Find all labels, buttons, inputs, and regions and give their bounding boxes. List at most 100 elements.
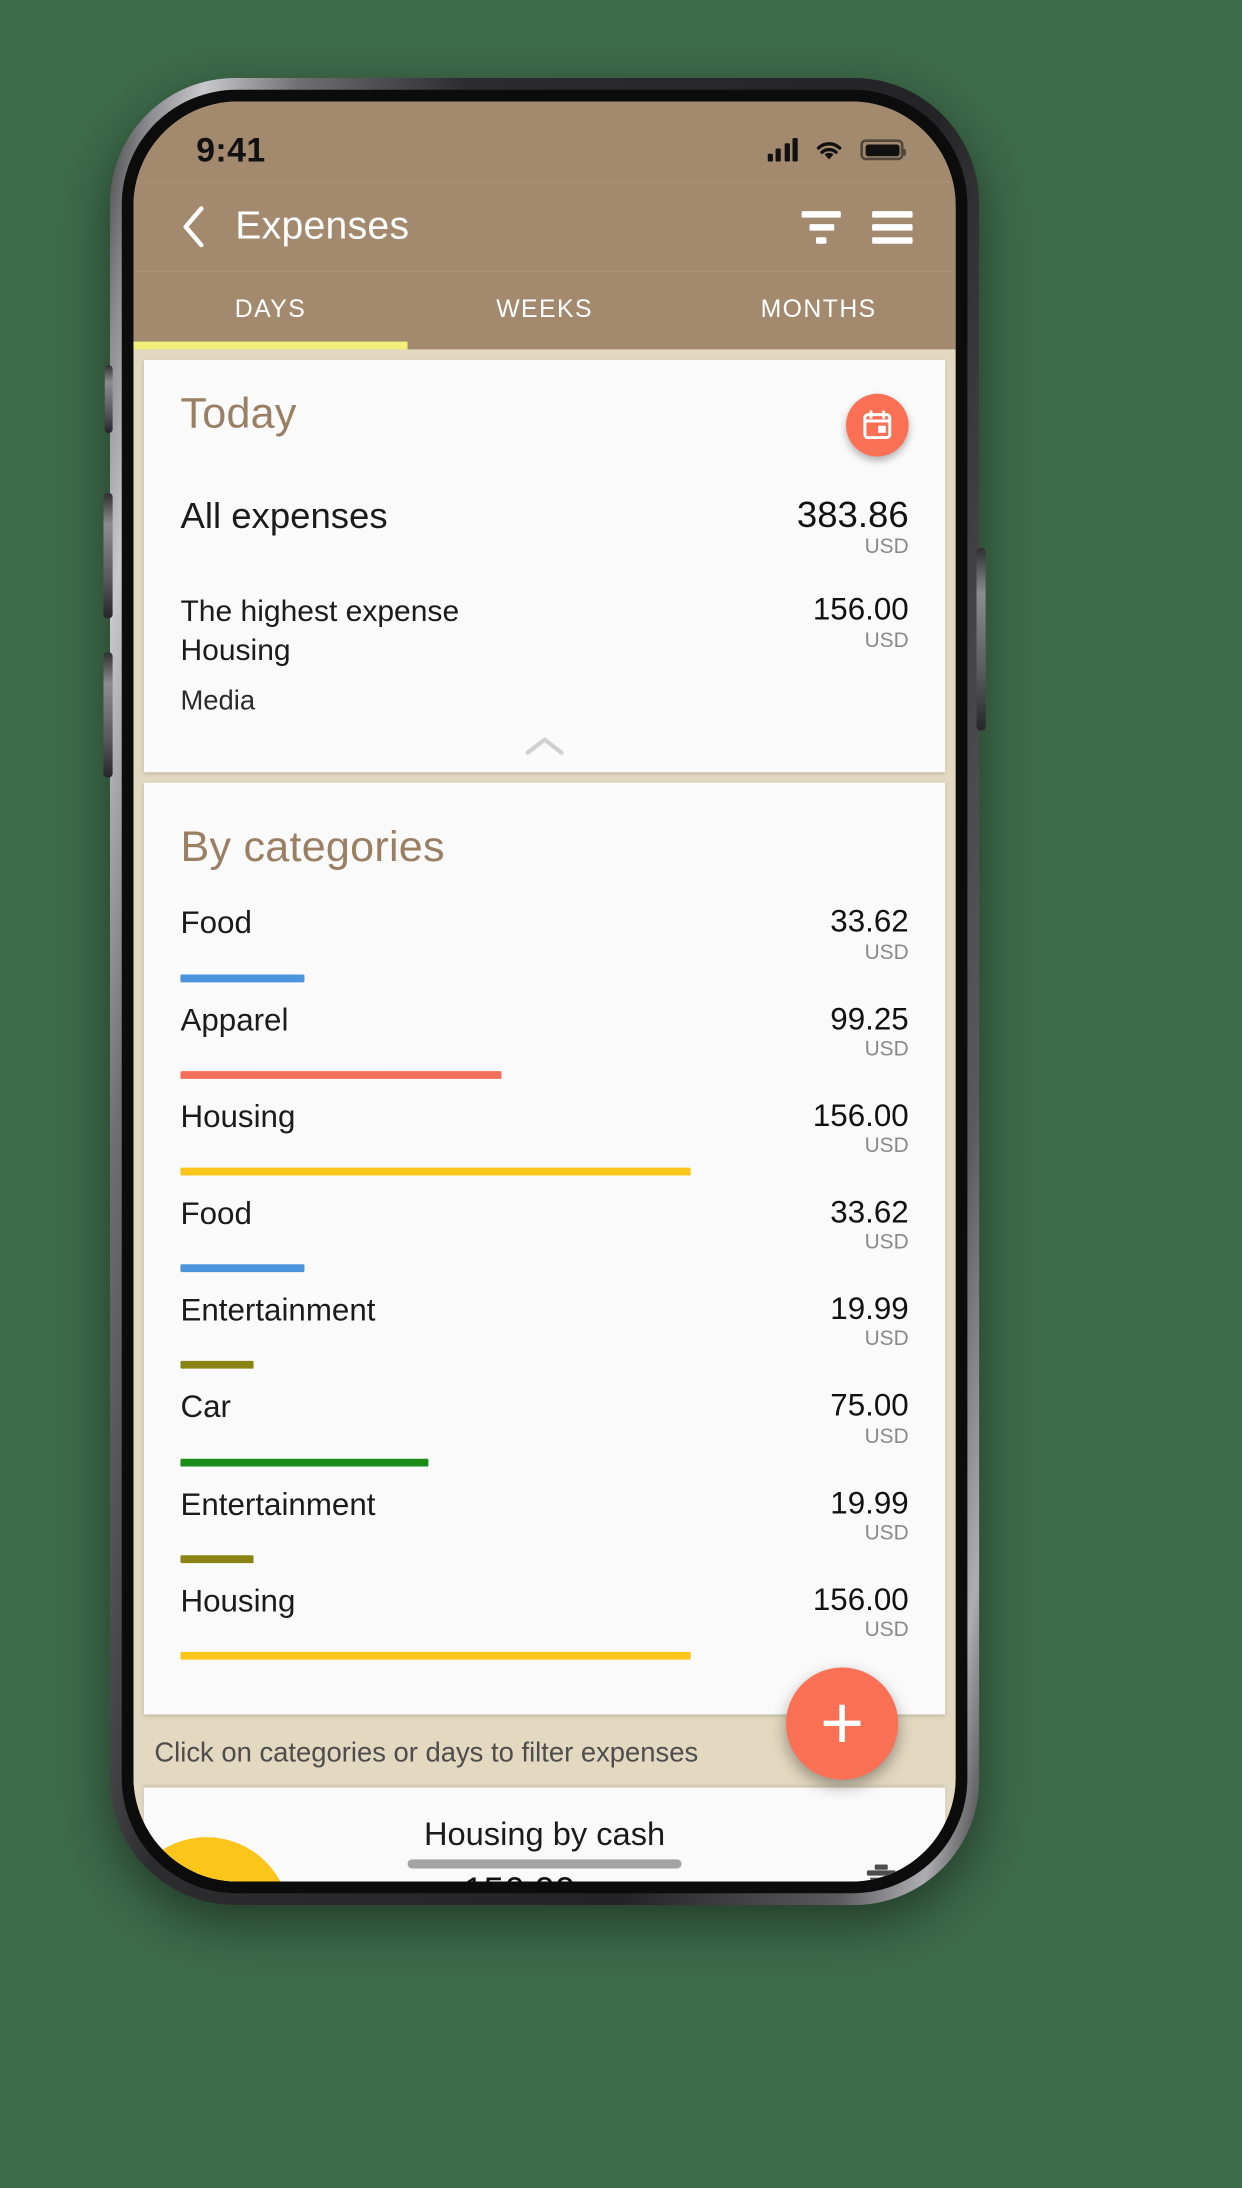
category-amount-group: 33.62 USD xyxy=(830,906,908,965)
category-bar xyxy=(180,1167,691,1176)
category-row-top: Car 75.00 USD xyxy=(180,1390,908,1449)
transaction-details: Housing by cash -156.00 USD xyxy=(144,1816,945,1881)
transaction-amount: -156.00 xyxy=(451,1870,575,1882)
category-name: Apparel xyxy=(180,1002,289,1038)
highest-expense-label: The highest expense xyxy=(180,593,460,628)
category-name: Housing xyxy=(180,1583,296,1619)
category-row[interactable]: Housing 156.00 USD xyxy=(180,1582,909,1660)
category-amount: 19.99 xyxy=(830,1291,909,1328)
device-screen: 9:41 Expenses DAYS WEEKS MONTHS Today Al… xyxy=(133,101,956,1882)
category-amount-group: 19.99 USD xyxy=(830,1293,908,1352)
category-row-top: Food 33.62 USD xyxy=(180,906,908,965)
highest-expense-note: Media xyxy=(180,686,256,717)
home-indicator xyxy=(407,1859,682,1869)
category-bar xyxy=(180,1264,305,1273)
phone-device-frame: 9:41 Expenses DAYS WEEKS MONTHS Today Al… xyxy=(103,78,986,1905)
category-amount: 19.99 xyxy=(830,1485,909,1521)
category-amount: 33.62 xyxy=(830,904,909,940)
signal-bars-icon xyxy=(767,138,798,162)
category-name: Car xyxy=(180,1389,231,1426)
category-row-top: Housing 156.00 USD xyxy=(180,1582,909,1643)
volume-down-button[interactable] xyxy=(103,652,113,778)
highest-expense-labels: The highest expense Housing Media xyxy=(180,594,459,718)
app-bar: Expenses xyxy=(133,182,956,272)
all-expenses-amount-group: 383.86 USD xyxy=(796,494,909,560)
tab-weeks[interactable]: WEEKS xyxy=(408,271,682,349)
wifi-icon xyxy=(816,142,842,160)
category-row-top: Housing 156.00 USD xyxy=(180,1098,909,1159)
page-title: Expenses xyxy=(235,204,410,248)
category-bar xyxy=(180,1070,501,1079)
category-currency: USD xyxy=(864,1231,909,1254)
category-row[interactable]: Housing 156.00 USD xyxy=(180,1098,909,1176)
hamburger-menu-icon[interactable] xyxy=(862,197,922,257)
plus-icon: + xyxy=(820,1680,865,1766)
category-row[interactable]: Entertainment 19.99 USD xyxy=(180,1487,909,1563)
device-bezel: 9:41 Expenses DAYS WEEKS MONTHS Today Al… xyxy=(121,89,968,1894)
highest-expense-row: The highest expense Housing Media 156.00… xyxy=(180,594,908,718)
content-scroll-area[interactable]: Today All expenses 383.86 USD The highes… xyxy=(133,349,956,1882)
category-amount-group: 19.99 USD xyxy=(830,1487,908,1546)
transaction-amount-line: -156.00 USD xyxy=(144,1870,945,1882)
highest-expense-category: Housing xyxy=(180,633,291,668)
volume-up-button[interactable] xyxy=(103,492,113,619)
category-amount: 156.00 xyxy=(812,1582,909,1618)
category-name: Entertainment xyxy=(180,1293,376,1329)
by-categories-title: By categories xyxy=(180,822,445,871)
category-row[interactable]: Food 33.62 USD xyxy=(180,1196,909,1273)
add-expense-button[interactable]: + xyxy=(785,1667,899,1780)
tab-days[interactable]: DAYS xyxy=(133,271,407,349)
category-amount: 99.25 xyxy=(830,1001,909,1037)
all-expenses-row: All expenses 383.86 USD xyxy=(180,494,909,560)
highest-expense-amount: 156.00 xyxy=(812,592,909,628)
power-button[interactable] xyxy=(976,547,986,731)
today-card: Today All expenses 383.86 USD The highes… xyxy=(143,359,946,773)
category-row-top: Apparel 99.25 USD xyxy=(180,1001,909,1062)
trash-icon[interactable] xyxy=(862,1863,901,1882)
transaction-title: Housing by cash xyxy=(423,1816,666,1853)
highest-expense-amount-group: 156.00 USD xyxy=(813,594,909,653)
category-row[interactable]: Food 33.62 USD xyxy=(180,906,909,982)
category-row-top: Entertainment 19.99 USD xyxy=(180,1487,908,1546)
category-currency: USD xyxy=(864,1522,909,1545)
category-name: Food xyxy=(180,905,252,942)
category-bar xyxy=(180,1361,254,1370)
by-categories-card: By categories Food 33.62 USD Apparel 99.25 US… xyxy=(143,783,946,1715)
category-bar xyxy=(180,973,305,982)
category-row[interactable]: Car 75.00 USD xyxy=(180,1390,909,1466)
today-card-header: Today xyxy=(180,388,909,457)
category-amount-group: 156.00 USD xyxy=(812,1582,909,1643)
highest-expense-currency: USD xyxy=(864,629,909,652)
category-row[interactable]: Entertainment 19.99 USD xyxy=(180,1293,909,1370)
transaction-currency: USD xyxy=(583,1880,638,1881)
category-currency: USD xyxy=(864,1619,909,1642)
category-amount: 33.62 xyxy=(830,1195,909,1231)
category-amount-group: 33.62 USD xyxy=(830,1196,908,1255)
category-amount-group: 99.25 USD xyxy=(830,1001,909,1062)
category-currency: USD xyxy=(864,1328,909,1351)
category-row-top: Food 33.62 USD xyxy=(180,1196,908,1255)
status-icons xyxy=(767,138,907,162)
chevron-up-icon[interactable] xyxy=(180,734,908,760)
all-expenses-label: All expenses xyxy=(180,495,388,537)
filter-icon[interactable] xyxy=(791,197,851,257)
category-list: Food 33.62 USD Apparel 99.25 USD Housing 156.00… xyxy=(180,906,909,1660)
all-expenses-amount: 383.86 xyxy=(796,494,909,535)
status-time: 9:41 xyxy=(196,129,266,169)
category-name: Housing xyxy=(180,1099,296,1135)
category-row-top: Entertainment 19.99 USD xyxy=(180,1293,908,1352)
category-amount: 156.00 xyxy=(812,1098,909,1134)
category-currency: USD xyxy=(864,1038,909,1061)
today-title: Today xyxy=(180,388,297,437)
category-amount-group: 156.00 USD xyxy=(812,1098,909,1159)
calendar-icon[interactable] xyxy=(846,393,909,457)
category-row[interactable]: Apparel 99.25 USD xyxy=(180,1001,909,1079)
category-currency: USD xyxy=(864,941,909,964)
category-bar xyxy=(180,1458,429,1466)
back-chevron-icon[interactable] xyxy=(167,201,219,253)
silent-switch[interactable] xyxy=(104,365,113,433)
category-amount: 75.00 xyxy=(830,1388,909,1424)
all-expenses-currency: USD xyxy=(864,536,909,559)
tab-months[interactable]: MONTHS xyxy=(682,271,956,349)
battery-icon xyxy=(860,139,907,161)
